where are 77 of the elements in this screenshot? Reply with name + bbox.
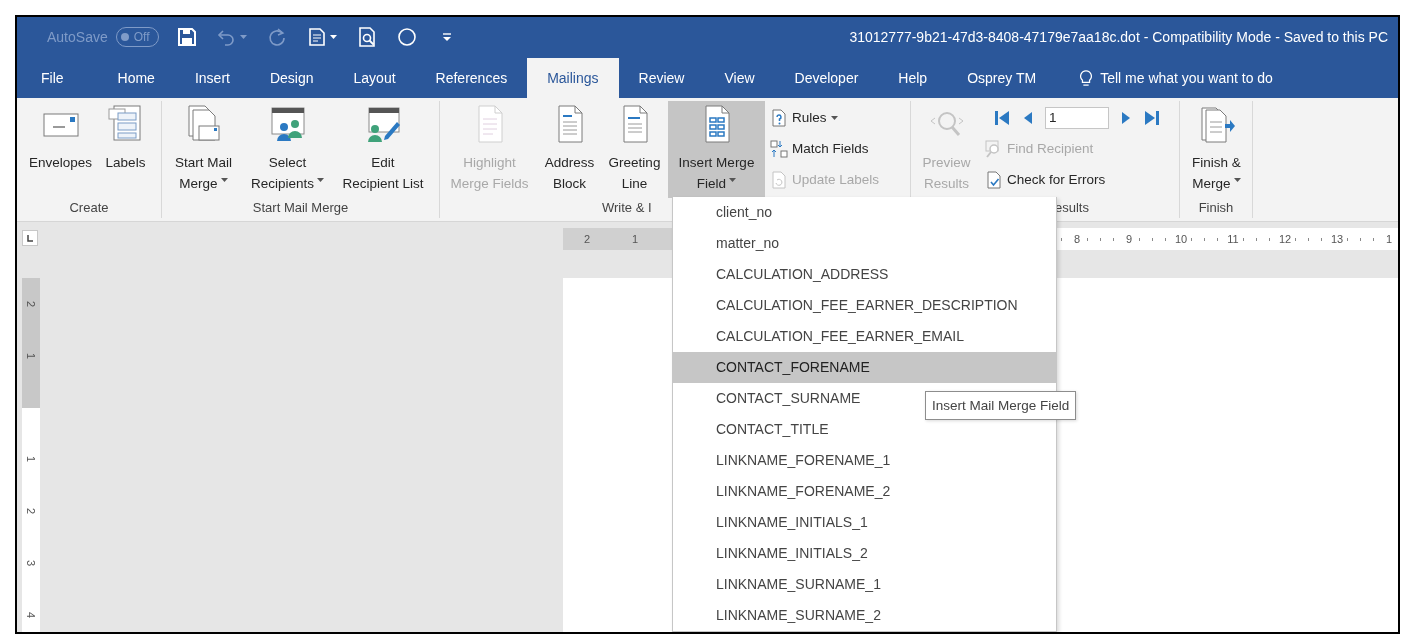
ruler-number: 1 xyxy=(631,233,639,245)
ribbon-tab[interactable]: Layout xyxy=(333,58,416,98)
ruler-number: 1 xyxy=(1384,233,1394,245)
ribbon-button[interactable]: Check for Errors xyxy=(983,164,1170,195)
ribbon-button[interactable]: Match Fields xyxy=(768,133,905,164)
ruler-number: 2 xyxy=(25,300,37,308)
ruler-number: 11 xyxy=(1226,233,1240,245)
document-question-icon xyxy=(770,108,788,127)
swap-fields-icon xyxy=(770,139,788,158)
documents-envelope-icon xyxy=(185,104,222,144)
ribbon-tab[interactable]: Review xyxy=(618,58,705,98)
people-calendar-icon xyxy=(269,104,306,144)
group-label: Write & I xyxy=(602,200,652,215)
menu-item[interactable]: LINKNAME_FORENAME_2 xyxy=(673,476,1056,507)
ribbon-button[interactable]: Insert Merge Field xyxy=(668,101,765,198)
ribbon-tab[interactable]: Home xyxy=(97,58,175,98)
ruler-number: 2 xyxy=(25,507,37,515)
ribbon-tab[interactable]: Mailings xyxy=(527,58,619,98)
tab-stop-icon[interactable] xyxy=(22,230,38,246)
ribbon-button[interactable]: Rules xyxy=(768,102,905,133)
menu-item[interactable]: LINKNAME_INITIALS_1 xyxy=(673,507,1056,538)
menu-item[interactable]: matter_no xyxy=(673,228,1056,259)
menu-item[interactable]: CALCULATION_ADDRESS xyxy=(673,259,1056,290)
ruler-number: 1 xyxy=(25,352,37,360)
ribbon-button[interactable]: Select Recipients xyxy=(242,101,333,198)
ribbon-button[interactable]: Edit Recipient List xyxy=(333,101,433,198)
menu-item[interactable]: LINKNAME_INITIALS_2 xyxy=(673,538,1056,569)
ruler-number: 13 xyxy=(1329,233,1345,245)
group-label: Finish xyxy=(1198,200,1234,215)
ribbon-tab[interactable]: Developer xyxy=(774,58,879,98)
tell-me-search[interactable]: Tell me what you want to do xyxy=(1056,57,1283,98)
ribbon-tab[interactable]: Osprey TM xyxy=(947,58,1057,98)
tooltip: Insert Mail Merge Field xyxy=(925,391,1077,420)
ruler-number: 4 xyxy=(25,611,37,619)
document-arrow-icon xyxy=(1198,104,1235,144)
ruler-number: 2 xyxy=(583,233,591,245)
person-pencil-icon xyxy=(365,104,401,144)
document-check-icon xyxy=(985,170,1003,189)
group-label: Start Mail Merge xyxy=(252,200,349,215)
menu-item[interactable]: CALCULATION_FEE_EARNER_EMAIL xyxy=(673,321,1056,352)
last-record-icon[interactable] xyxy=(1143,108,1161,127)
window-title: 31012777-9b21-47d3-8408-47179e7aa18c.dot - Compatibility Mode - Saved to this PC xyxy=(849,29,1388,45)
menu-item[interactable]: LINKNAME_FORENAME_1 xyxy=(673,445,1056,476)
group-label: Create xyxy=(69,200,109,215)
ruler-number: 3 xyxy=(25,559,37,567)
ribbon-tab[interactable]: References xyxy=(415,58,528,98)
ribbon-tab[interactable]: View xyxy=(704,58,775,98)
ribbon-button[interactable]: Greeting Line xyxy=(601,101,668,198)
ribbon-tab[interactable]: Design xyxy=(249,58,334,98)
ribbon-button[interactable]: Labels xyxy=(99,101,152,198)
autosave-label: AutoSave xyxy=(47,29,108,45)
first-record-icon[interactable] xyxy=(993,108,1011,127)
ruler-number: 12 xyxy=(1277,233,1293,245)
menu-item[interactable]: LINKNAME_SURNAME_1 xyxy=(673,569,1056,600)
ribbon-button[interactable]: Finish & Merge xyxy=(1183,101,1250,198)
ribbon-button[interactable]: Envelopes xyxy=(22,101,99,198)
menu-item[interactable]: CALCULATION_FEE_EARNER_DESCRIPTION xyxy=(673,290,1056,321)
menu-item[interactable]: client_no xyxy=(673,197,1056,228)
ribbon-button[interactable]: Start Mail Merge xyxy=(165,101,242,198)
menu-item[interactable]: LINKNAME_SURNAME_2 xyxy=(673,600,1056,631)
print-preview-icon[interactable] xyxy=(356,27,377,47)
lightbulb-icon xyxy=(1078,67,1095,88)
ruler-number: 9 xyxy=(1124,233,1134,245)
ribbon-button[interactable]: Address Block xyxy=(538,101,601,198)
document-lines-icon[interactable] xyxy=(306,27,327,47)
ribbon-tab[interactable]: File xyxy=(24,58,98,98)
label-sheet-icon xyxy=(107,104,144,144)
save-icon[interactable] xyxy=(176,27,197,47)
ruler-number: 10 xyxy=(1173,233,1189,245)
ruler-number: 1 xyxy=(25,455,37,463)
menu-item[interactable]: CONTACT_FORENAME xyxy=(673,352,1056,383)
ribbon-tab[interactable]: Help xyxy=(878,58,948,98)
record-number-field[interactable]: 1 xyxy=(1045,106,1109,129)
circle-icon[interactable] xyxy=(396,27,417,47)
ruler-number: 8 xyxy=(1072,233,1082,245)
ribbon-tab[interactable]: Insert xyxy=(174,58,250,98)
document-refresh-icon xyxy=(770,170,788,189)
